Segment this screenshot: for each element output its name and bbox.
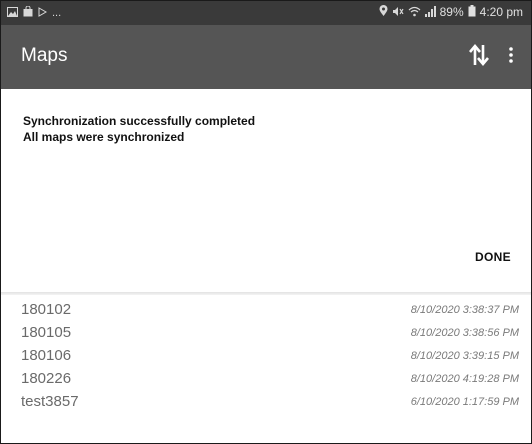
dialog-message-line-2: All maps were synchronized	[23, 130, 185, 144]
map-list: 180102 8/10/2020 3:38:37 PM 180105 8/10/…	[1, 295, 531, 443]
map-list-item[interactable]: 180105 8/10/2020 3:38:56 PM	[1, 322, 531, 345]
map-list-item[interactable]: 180226 8/10/2020 4:19:28 PM	[1, 368, 531, 391]
map-name: 180106	[21, 347, 72, 364]
bag-icon	[23, 5, 33, 20]
dialog-message-line-1: Synchronization successfully completed	[23, 114, 256, 128]
more-vert-icon	[509, 46, 513, 68]
app-screen: ... 89% 4:20 pm Maps Synchronization suc…	[0, 0, 532, 444]
signal-icon	[424, 5, 436, 20]
map-date: 8/10/2020 3:38:37 PM	[410, 304, 519, 316]
more-notifications-ellipsis: ...	[52, 7, 62, 19]
map-name: 180105	[21, 324, 72, 341]
map-date: 6/10/2020 1:17:59 PM	[410, 396, 519, 408]
page-title: Maps	[21, 45, 68, 66]
dialog-message: Synchronization successfully completed A…	[23, 113, 255, 145]
status-bar-notifications: ...	[7, 5, 62, 20]
more-options-button[interactable]	[501, 43, 521, 71]
map-date: 8/10/2020 3:38:56 PM	[410, 327, 519, 339]
map-list-item[interactable]: test3857 6/10/2020 1:17:59 PM	[1, 391, 531, 414]
mute-icon	[392, 6, 404, 20]
app-bar: Maps	[1, 25, 531, 89]
map-list-item[interactable]: 180106 8/10/2020 3:39:15 PM	[1, 345, 531, 368]
battery-percent: 89%	[439, 5, 464, 19]
status-bar: ... 89% 4:20 pm	[1, 1, 531, 25]
map-date: 8/10/2020 3:39:15 PM	[410, 350, 519, 362]
clock: 4:20 pm	[479, 5, 523, 19]
map-name: 180226	[21, 370, 72, 387]
map-list-item[interactable]: 180102 8/10/2020 3:38:37 PM	[1, 299, 531, 322]
map-name: test3857	[21, 393, 79, 410]
battery-icon	[468, 5, 476, 20]
status-bar-system: 89% 4:20 pm	[379, 5, 523, 20]
location-icon	[379, 5, 388, 20]
map-date: 8/10/2020 4:19:28 PM	[410, 373, 519, 385]
play-icon	[38, 6, 48, 20]
sync-button[interactable]	[465, 43, 493, 71]
sync-icon	[468, 43, 490, 72]
wifi-icon	[408, 6, 421, 20]
map-name: 180102	[21, 301, 72, 318]
sync-result-dialog: Synchronization successfully completed A…	[1, 89, 531, 292]
done-button[interactable]: DONE	[471, 248, 515, 266]
gallery-icon	[7, 6, 18, 20]
